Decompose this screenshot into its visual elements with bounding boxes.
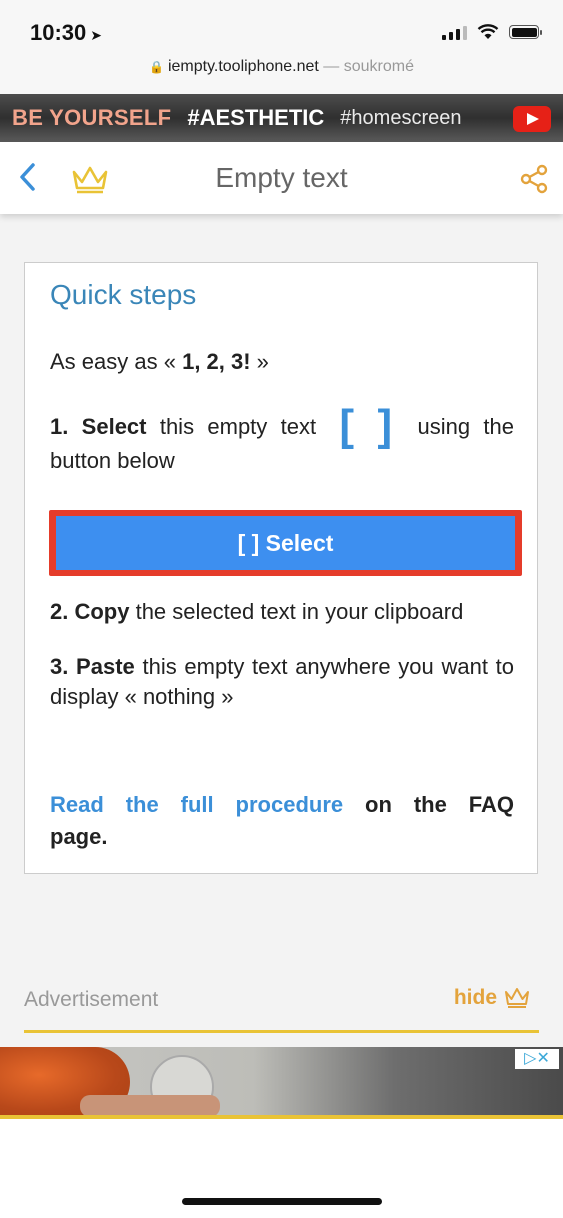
card-heading: Quick steps — [50, 279, 197, 310]
lock-icon: 🔒 — [148, 60, 164, 74]
home-indicator[interactable] — [182, 1198, 382, 1205]
location-icon: ➤ — [90, 27, 103, 43]
share-button[interactable] — [519, 164, 549, 199]
banner-text-1: BE YOURSELF — [12, 105, 172, 130]
step-2-bold: 2. Copy — [50, 599, 130, 624]
url-bar[interactable]: 🔒 iempty.tooliphone.net — soukromé — [0, 58, 563, 94]
quick-steps-card: Quick steps As easy as « 1, 2, 3! » 1. S… — [24, 262, 538, 874]
hide-ad-button[interactable]: hide — [454, 986, 531, 1010]
select-button-highlight: [ ] Select — [49, 510, 522, 576]
step-2-text: the selected text in your clipboard — [129, 599, 464, 624]
easy-prefix: As easy as « — [50, 349, 183, 374]
cellular-signal-icon — [442, 24, 467, 40]
ad-divider — [24, 1030, 539, 1033]
status-icons — [442, 24, 542, 40]
step-3: 3. Paste this empty text anywhere you wa… — [50, 652, 514, 712]
adchoices-icon[interactable]: ▷✕ — [515, 1049, 559, 1069]
clock: 10:30 ➤ — [30, 20, 102, 46]
status-bar: 10:30 ➤ — [0, 0, 563, 58]
wifi-icon — [477, 24, 499, 39]
faq-link[interactable]: Read the full procedure — [50, 792, 343, 817]
youtube-icon[interactable] — [513, 106, 551, 132]
empty-text-bracket[interactable]: [ ] — [339, 401, 394, 450]
url-separator: — — [318, 58, 344, 75]
url-domain: iempty.tooliphone.net — [167, 58, 319, 75]
step-1: 1. Select this empty text [ ] using the … — [50, 404, 514, 478]
crown-icon — [505, 988, 529, 1008]
page-header: Empty text — [0, 142, 563, 214]
page-title: Empty text — [215, 162, 348, 193]
share-icon — [520, 164, 548, 194]
ad-image[interactable]: ▷✕ — [0, 1047, 563, 1117]
select-button[interactable]: [ ] Select — [56, 516, 515, 570]
banner-text-2: #AESTHETIC — [187, 105, 325, 130]
clock-time: 10:30 — [30, 20, 87, 45]
step-2: 2. Copy the selected text in your clipbo… — [50, 599, 520, 625]
step-1-bold: 1. Select — [50, 414, 147, 439]
banner-text-3: #homescreen — [340, 106, 462, 129]
faq-text: Read the full procedure on the FAQ page. — [50, 789, 514, 853]
advertisement-label: Advertisement — [24, 988, 159, 1011]
battery-icon — [509, 25, 542, 39]
easy-bold: 1, 2, 3! — [182, 349, 251, 374]
easy-text: As easy as « 1, 2, 3! » — [50, 349, 269, 375]
promo-banner[interactable]: BE YOURSELF #AESTHETIC #homescreen — [0, 94, 563, 142]
easy-suffix: » — [250, 349, 269, 374]
hide-label: hide — [453, 986, 497, 1009]
step-1-text: this empty text — [146, 414, 330, 439]
browsing-mode: soukromé — [343, 58, 414, 75]
step-3-bold: 3. Paste — [50, 654, 135, 679]
